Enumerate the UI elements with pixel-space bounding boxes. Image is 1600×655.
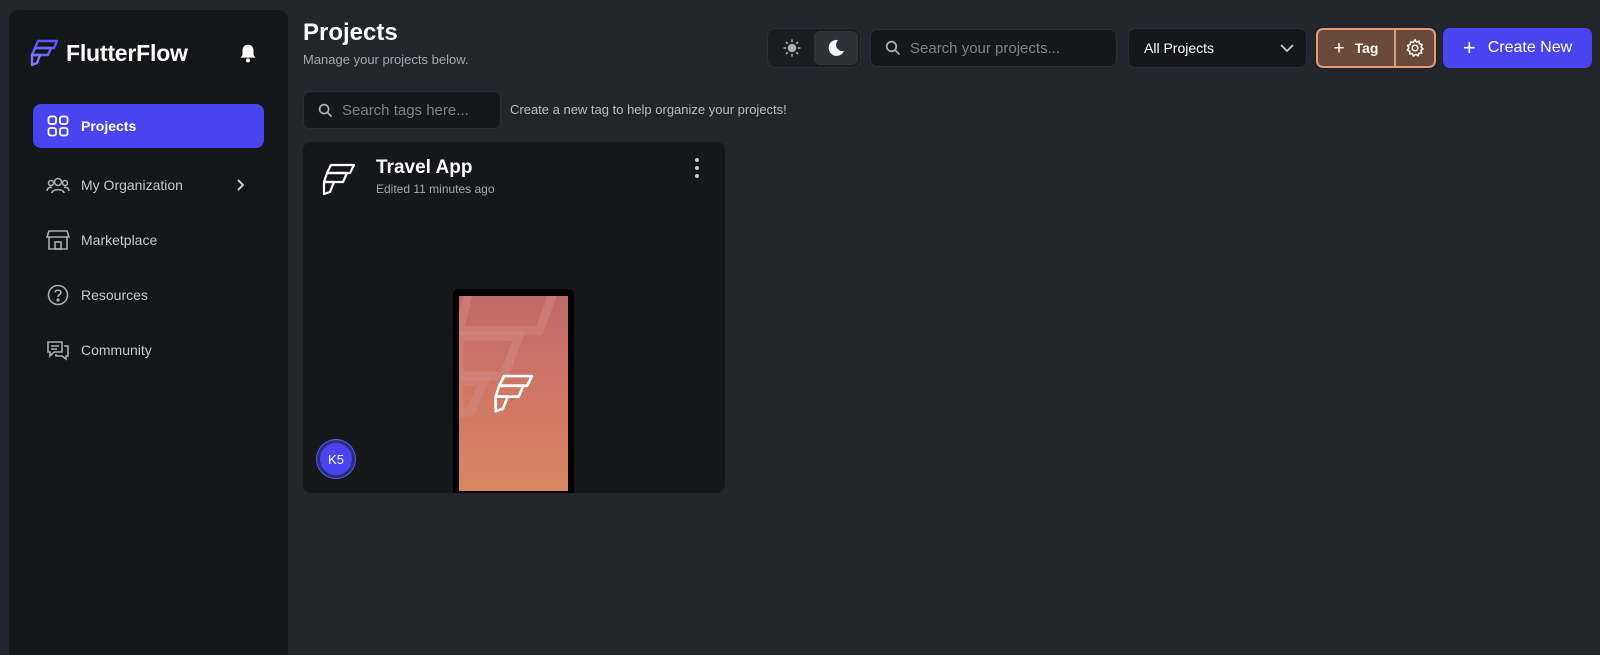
notification-bell-icon[interactable] xyxy=(237,41,259,65)
grid-icon xyxy=(46,114,70,138)
tag-settings-button[interactable] xyxy=(1396,30,1434,66)
sun-icon xyxy=(783,39,801,57)
theme-toggle xyxy=(767,28,861,68)
page-subtitle: Manage your projects below. xyxy=(303,52,469,67)
sidebar-item-my-organization[interactable]: My Organization xyxy=(33,163,264,207)
people-icon xyxy=(46,173,70,197)
project-filter-dropdown[interactable]: All Projects xyxy=(1128,28,1307,68)
brand-name: FlutterFlow xyxy=(66,39,188,66)
project-title: Travel App xyxy=(376,157,473,178)
sidebar-item-marketplace[interactable]: Marketplace xyxy=(33,218,264,262)
sidebar-item-projects[interactable]: Projects xyxy=(33,104,264,148)
plus-icon: + xyxy=(1462,35,1476,60)
project-search-input[interactable] xyxy=(910,39,1090,57)
search-icon xyxy=(885,40,901,56)
dark-mode-button[interactable] xyxy=(814,31,858,65)
phone-screen xyxy=(459,296,568,491)
project-logo-icon xyxy=(322,163,356,196)
sidebar-item-label: Marketplace xyxy=(81,232,158,248)
sidebar-nav: Projects My Organization Marketplace Res… xyxy=(33,104,264,372)
tag-search xyxy=(303,91,501,129)
app-logo-icon xyxy=(494,374,534,413)
project-filter-value: All Projects xyxy=(1144,40,1215,56)
light-mode-button[interactable] xyxy=(770,31,814,65)
flutterflow-logo-icon xyxy=(30,39,59,67)
moon-icon xyxy=(828,39,844,56)
add-tag-button[interactable]: + Tag xyxy=(1318,30,1396,66)
add-tag-label: Tag xyxy=(1354,40,1379,56)
create-new-button[interactable]: + Create New xyxy=(1443,28,1592,68)
search-icon xyxy=(318,103,333,117)
project-card[interactable]: Travel App Edited 11 minutes ago K5 xyxy=(303,142,725,493)
project-preview-phone xyxy=(453,289,574,493)
sidebar-item-label: Community xyxy=(81,342,152,358)
sidebar-item-resources[interactable]: Resources xyxy=(33,273,264,317)
avatar[interactable]: K5 xyxy=(317,440,355,478)
sidebar-item-community[interactable]: Community xyxy=(33,328,264,372)
chevron-down-icon xyxy=(1280,44,1294,53)
chevron-right-icon[interactable] xyxy=(230,175,250,195)
plus-icon: + xyxy=(1333,37,1345,59)
gear-icon xyxy=(1406,38,1425,58)
chat-icon xyxy=(46,338,70,362)
sidebar-item-label: My Organization xyxy=(81,177,183,193)
store-icon xyxy=(46,228,70,252)
sidebar: FlutterFlow Projects My Organization Mar… xyxy=(9,10,288,655)
help-circle-icon xyxy=(46,283,70,307)
project-edited-time: Edited 11 minutes ago xyxy=(376,182,495,196)
sidebar-item-label: Resources xyxy=(81,287,148,303)
brand[interactable]: FlutterFlow xyxy=(29,37,188,69)
app-root: FlutterFlow Projects My Organization Mar… xyxy=(0,0,1600,655)
tag-button-group: + Tag xyxy=(1316,28,1436,68)
tag-search-input[interactable] xyxy=(342,101,492,119)
tag-hint-text: Create a new tag to help organize your p… xyxy=(510,102,787,117)
page-title: Projects xyxy=(303,19,398,46)
sidebar-item-label: Projects xyxy=(81,118,137,134)
more-options-icon[interactable] xyxy=(690,158,704,178)
project-search xyxy=(870,29,1117,67)
create-new-label: Create New xyxy=(1487,39,1573,56)
